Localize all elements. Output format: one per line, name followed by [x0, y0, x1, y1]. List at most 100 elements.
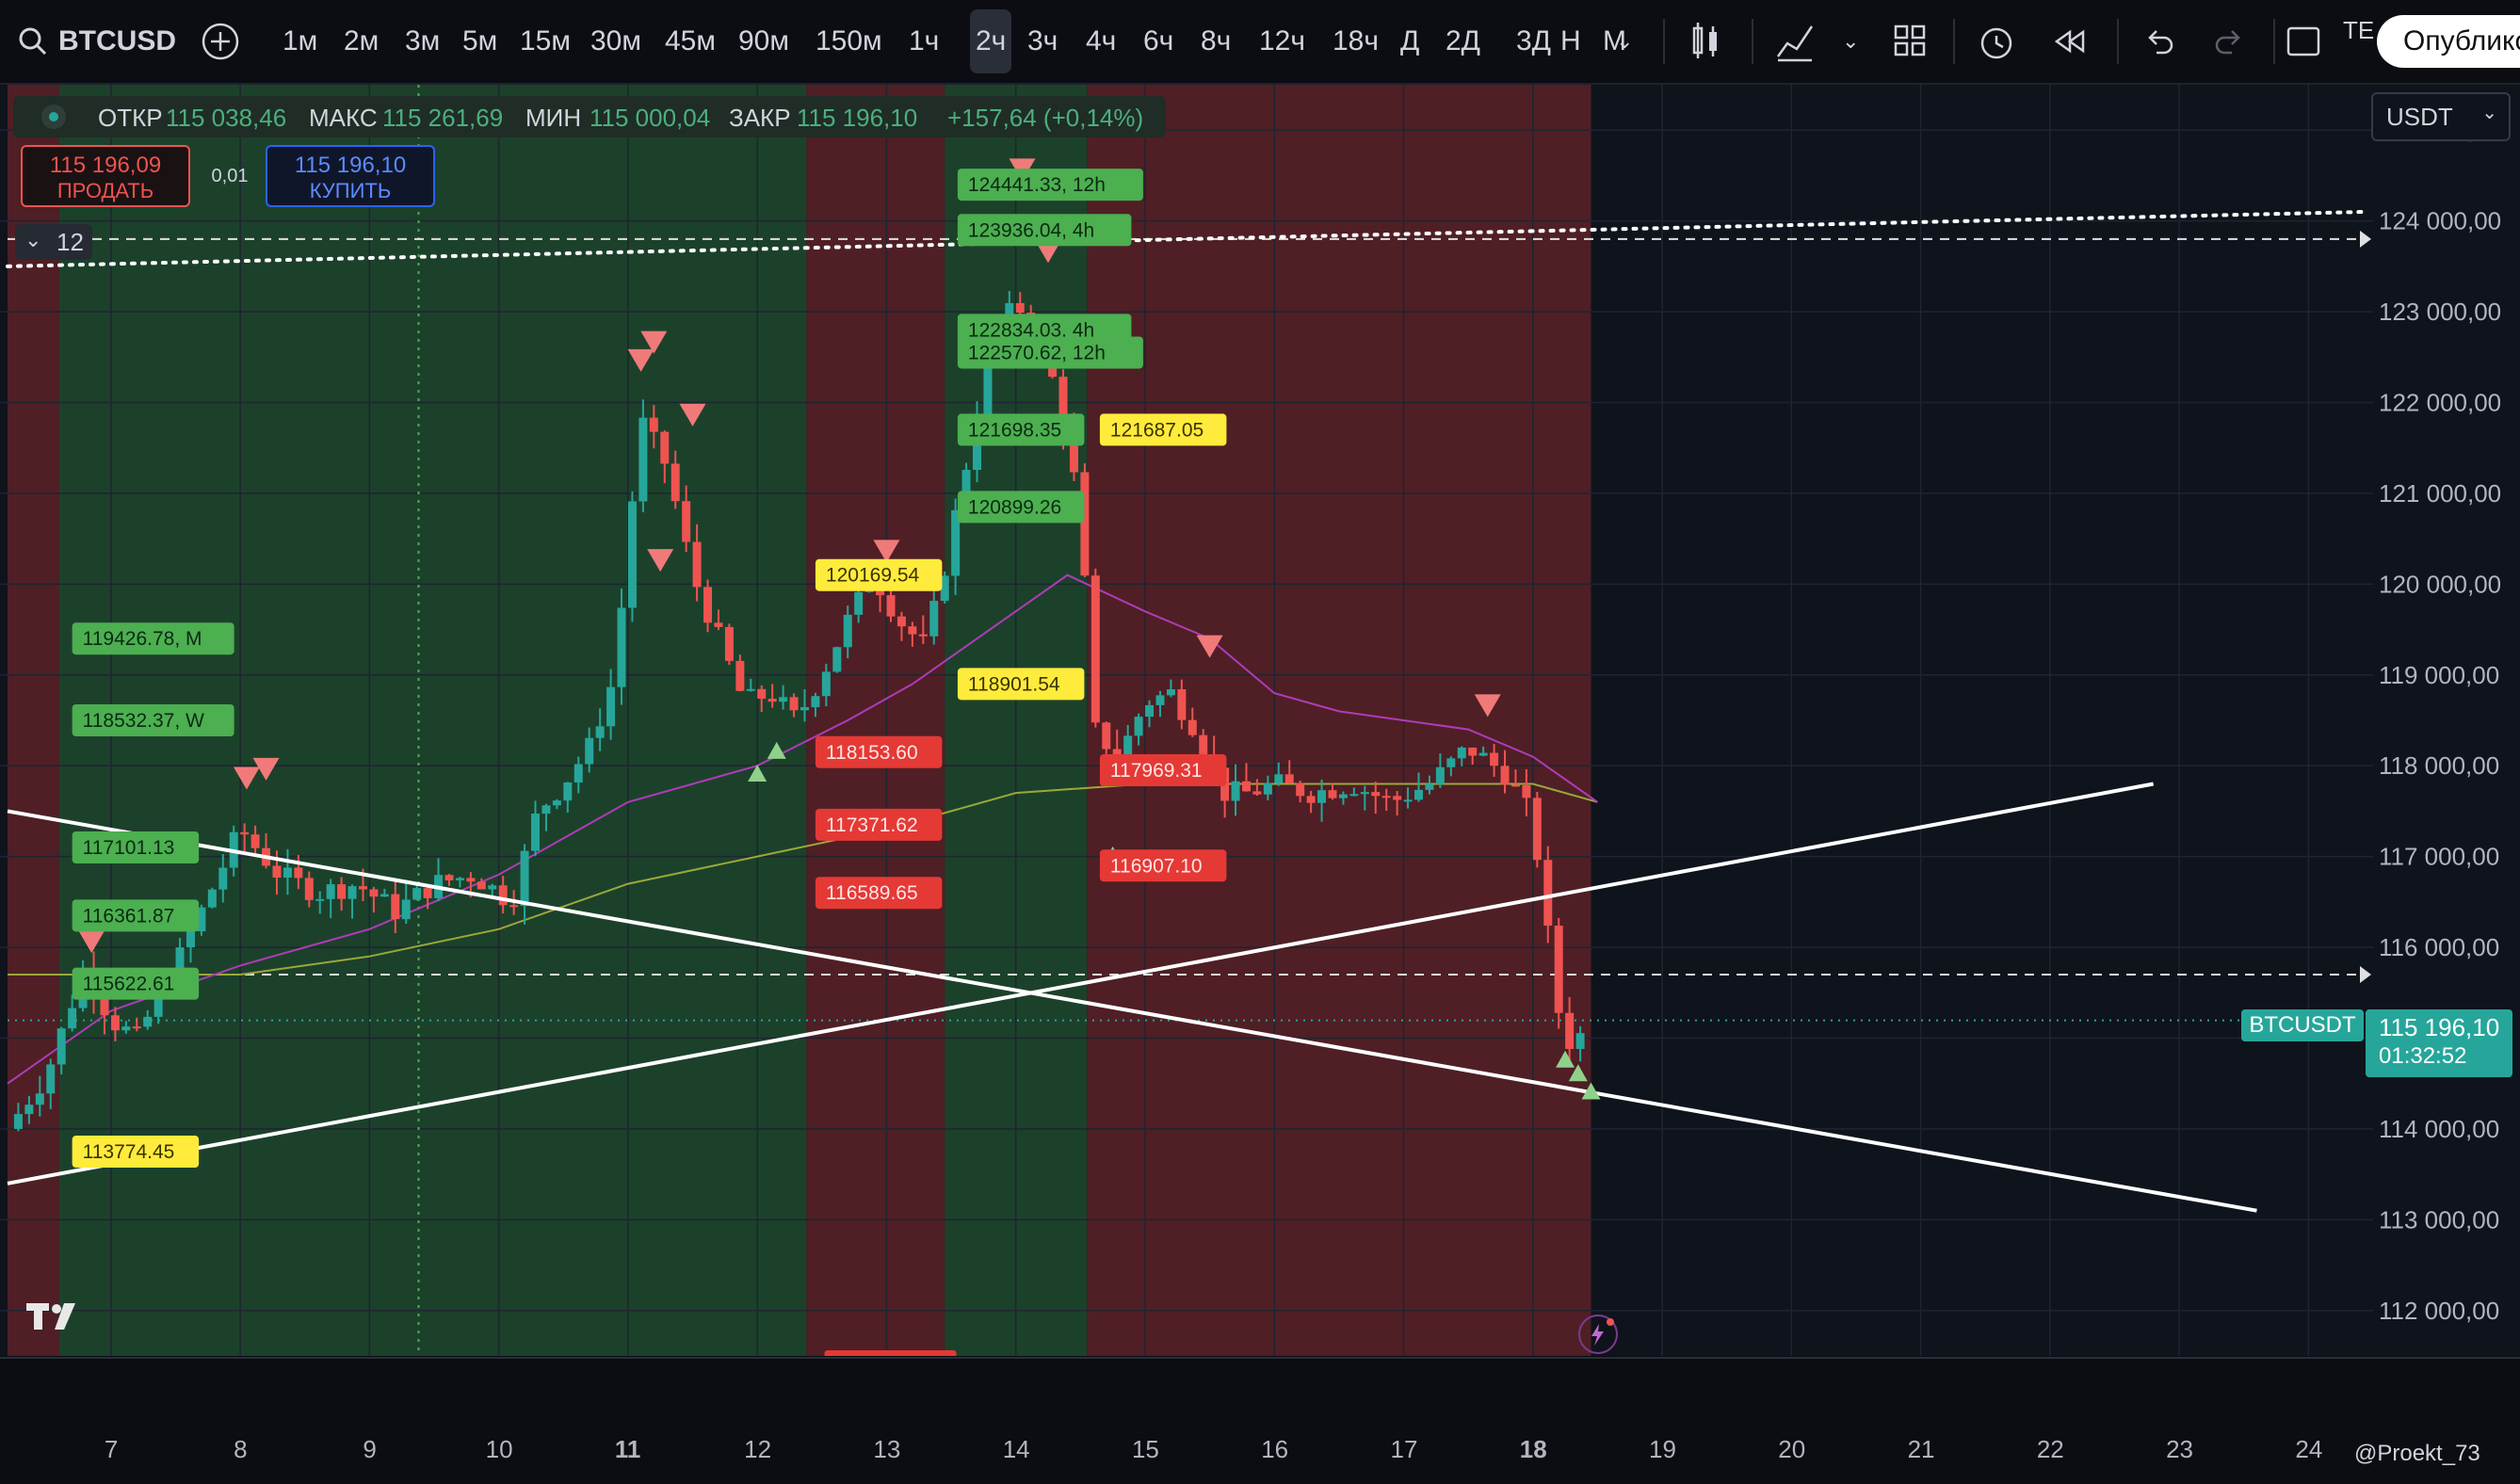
interval-90м[interactable]: 90м	[738, 0, 789, 83]
chart-area[interactable]: 124441.33, 12h 123936.04, 4h 122834.03, 4h…	[0, 85, 2520, 1484]
publish-button[interactable]: Опубликовать	[2377, 15, 2520, 68]
indicators-icon[interactable]	[1774, 0, 1816, 83]
interval-2ч[interactable]: 2ч	[970, 9, 1012, 73]
chevron-down-icon: ⌄	[24, 228, 42, 251]
candle-body	[595, 726, 605, 738]
interval-15м[interactable]: 15м	[520, 0, 571, 83]
interval-Д[interactable]: Д	[1400, 0, 1419, 83]
lightning-icon[interactable]	[1578, 1315, 1618, 1354]
time-axis-label: 19	[1649, 1435, 1676, 1463]
candle-body	[929, 601, 939, 637]
indicators-collapse-toggle[interactable]: ⌄ 12	[15, 224, 92, 260]
interval-6ч[interactable]: 6ч	[1143, 0, 1173, 83]
candle-body	[1177, 689, 1187, 720]
time-axis-label: 8	[234, 1435, 247, 1463]
candle-body	[606, 686, 616, 727]
add-symbol-icon[interactable]	[200, 0, 241, 83]
interval-18ч[interactable]: 18ч	[1333, 0, 1379, 83]
buy-price: 115 196,10	[294, 153, 407, 178]
high-label: МАКС	[309, 104, 378, 132]
candle-body	[218, 867, 228, 890]
tradingview-logo[interactable]	[26, 1299, 87, 1333]
interval-1ч[interactable]: 1ч	[909, 0, 939, 83]
price-label-text: 118901.54	[968, 673, 1060, 695]
candle-body	[1328, 790, 1337, 798]
interval-5м[interactable]: 5м	[462, 0, 497, 83]
interval-8ч[interactable]: 8ч	[1201, 0, 1231, 83]
candle-body	[1155, 695, 1165, 705]
candle-body	[800, 707, 809, 711]
fullscreen-icon[interactable]	[2285, 0, 2322, 83]
candle-body	[1403, 799, 1413, 802]
buy-button[interactable]: 115 196,10 КУПИТЬ	[266, 145, 435, 207]
candle-body	[1393, 796, 1402, 800]
candle-body	[391, 894, 400, 920]
ohlc-legend: ОТКР 115 038,46 МАКС 115 261,69 МИН 115 …	[13, 96, 1166, 137]
time-axis-label: 16	[1261, 1435, 1288, 1463]
candle-body	[746, 688, 755, 691]
alert-clock-icon[interactable]	[1978, 0, 2015, 83]
candles-icon[interactable]	[1689, 0, 1721, 83]
candle-body	[832, 647, 842, 672]
interval-3ч[interactable]: 3ч	[1027, 0, 1058, 83]
sell-button[interactable]: 115 196,09 ПРОДАТЬ	[21, 145, 190, 207]
candle-body	[1500, 766, 1510, 785]
candle-body	[509, 905, 519, 908]
chevron-down-icon: ⌄	[2481, 103, 2497, 123]
candle-body	[563, 782, 573, 801]
candle-body	[821, 671, 831, 697]
interval-45м[interactable]: 45м	[665, 0, 716, 83]
price-label-text: 120899.26	[968, 496, 1061, 518]
layout-grid-icon[interactable]	[1893, 0, 1927, 83]
price-axis-label: 117 000,00	[2379, 843, 2499, 871]
candle-body	[412, 888, 422, 900]
price-chart[interactable]: 124441.33, 12h123936.04, 4h122834.03, 4h…	[0, 85, 2520, 1484]
candle-body	[68, 1008, 77, 1029]
redo-icon[interactable]	[2213, 0, 2245, 83]
truncated-label: TE	[2343, 16, 2375, 44]
interval-4ч[interactable]: 4ч	[1086, 0, 1116, 83]
price-label-text: 118153.60	[826, 742, 918, 764]
candle-body	[1522, 784, 1531, 798]
candle-body	[811, 696, 820, 708]
interval-12ч[interactable]: 12ч	[1259, 0, 1305, 83]
currency-value: USDT	[2386, 103, 2453, 131]
chevron-down-icon[interactable]: ⌄	[1616, 0, 1633, 83]
candle-body	[1510, 784, 1520, 787]
indicators-chevron-icon[interactable]: ⌄	[1842, 0, 1859, 83]
open-value: 115 038,46	[166, 104, 287, 132]
price-label-text: 120169.54	[826, 565, 920, 587]
candle-body	[1490, 752, 1499, 766]
replay-icon[interactable]	[2053, 0, 2087, 83]
interval-150м[interactable]: 150м	[816, 0, 882, 83]
price-label-text: 117101.13	[83, 837, 175, 859]
watermark-text: @Proekt_73	[2354, 1441, 2480, 1466]
interval-2м[interactable]: 2м	[344, 0, 379, 83]
candle-body	[186, 931, 195, 948]
low-label: МИН	[525, 104, 582, 132]
interval-Н[interactable]: Н	[1560, 0, 1581, 83]
price-axis-label: 113 000,00	[2379, 1205, 2499, 1234]
candle-body	[1565, 1012, 1575, 1049]
symbol-name[interactable]: BTCUSD	[58, 0, 176, 83]
candle-body	[1414, 789, 1424, 800]
interval-2Д[interactable]: 2Д	[1446, 0, 1480, 83]
candle-body	[315, 898, 325, 901]
search-icon[interactable]	[17, 0, 49, 83]
undo-icon[interactable]	[2143, 0, 2175, 83]
interval-1м[interactable]: 1м	[283, 0, 317, 83]
candle-body	[1468, 747, 1478, 756]
sell-label: ПРОДАТЬ	[57, 179, 154, 202]
legend-eye-icon[interactable]	[41, 105, 66, 129]
interval-3м[interactable]: 3м	[405, 0, 440, 83]
interval-30м[interactable]: 30м	[590, 0, 641, 83]
change-value: +157,64 (+0,14%)	[947, 104, 1144, 132]
interval-3Д[interactable]: 3Д	[1516, 0, 1551, 83]
candle-body	[1543, 860, 1553, 927]
currency-select[interactable]: USDT ⌄	[2371, 92, 2511, 141]
candle-body	[1231, 781, 1240, 801]
open-label: ОТКР	[98, 104, 163, 132]
candle-body	[240, 831, 250, 835]
candle-body	[1425, 783, 1434, 790]
bar-countdown: 01:32:52	[2379, 1043, 2467, 1069]
